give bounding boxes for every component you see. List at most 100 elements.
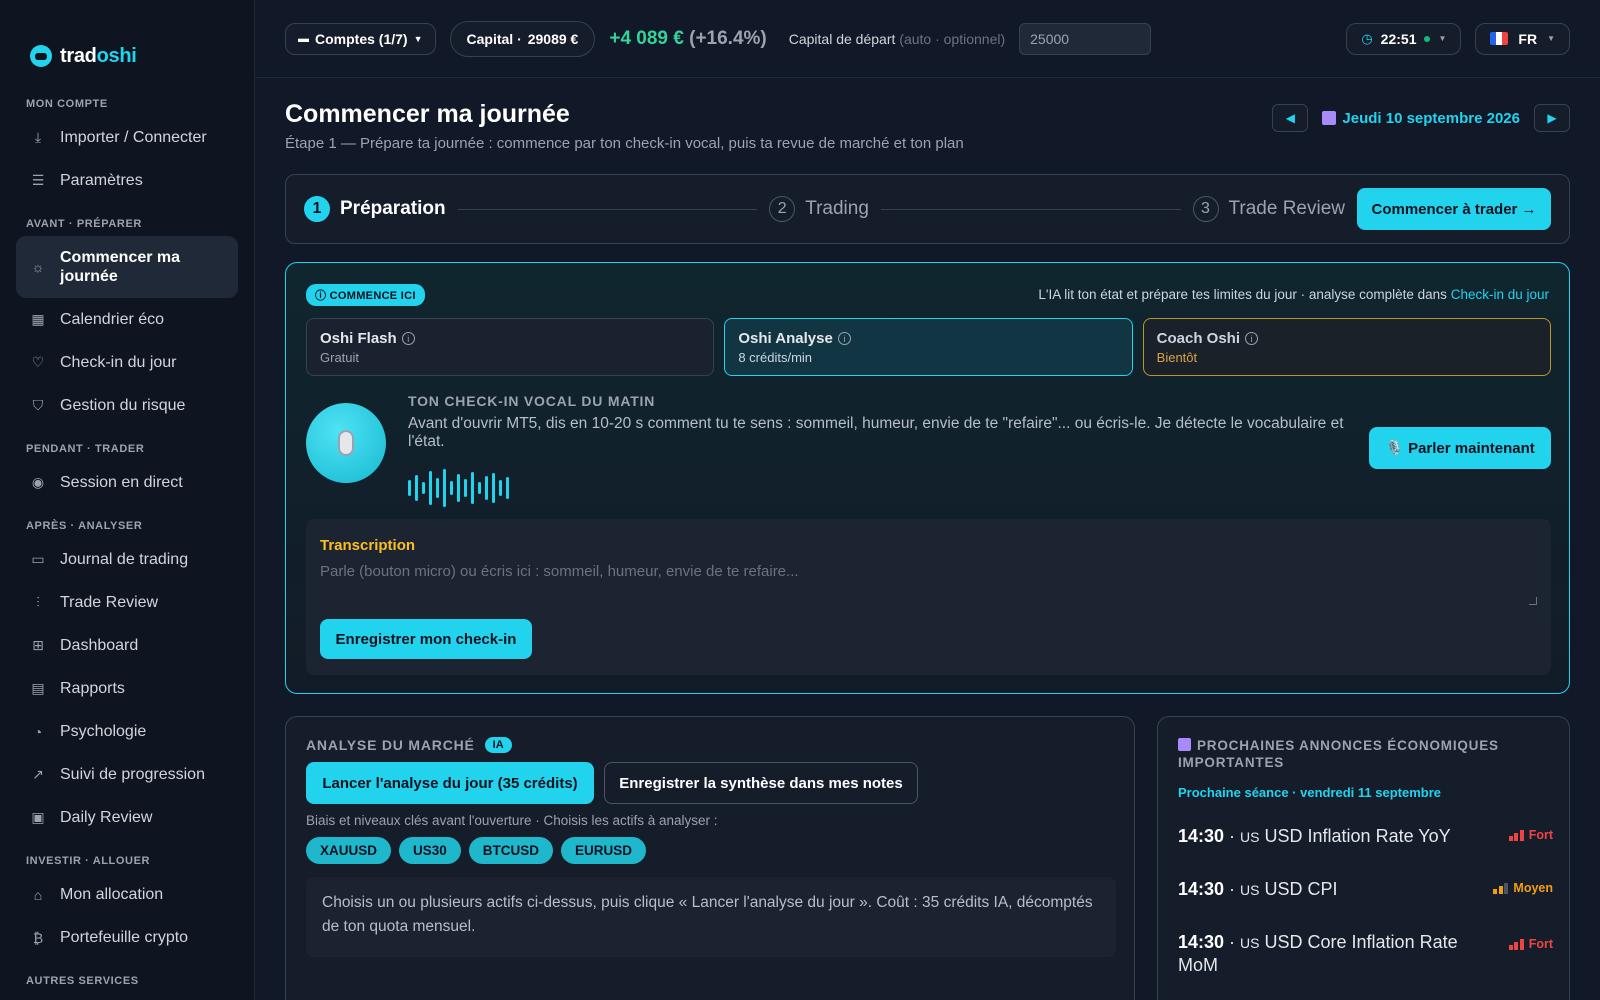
asset-chip-eurusd[interactable]: EURUSD	[561, 837, 647, 864]
sidebar: tradoshi MON COMPTE ⤓ Importer / Connect…	[0, 0, 255, 1000]
sidebar-item-label: Gestion du risque	[60, 396, 186, 414]
sidebar-item-label: Suivi de progression	[60, 765, 205, 783]
language-value: FR	[1518, 30, 1538, 47]
logo[interactable]: tradoshi	[0, 0, 254, 80]
sidebar-item-reports[interactable]: ▤ Rapports	[0, 667, 238, 710]
market-subtitle: Biais et niveaux clés avant l'ouverture …	[306, 813, 718, 828]
clock-icon: ◷	[1361, 30, 1373, 46]
accounts-label: Comptes (1/7)	[315, 30, 408, 47]
sidebar-item-calendar[interactable]: ▦ Calendrier éco	[0, 298, 238, 341]
step-number: 2	[769, 196, 796, 222]
voice-title: TON CHECK-IN VOCAL DU MATIN	[408, 393, 656, 409]
main-content: ▬ Comptes (1/7) ▼ Capital · 29089 € +4 0…	[255, 0, 1600, 1000]
mode-oshi-flash[interactable]: Oshi Flash i Gratuit	[306, 318, 715, 376]
sidebar-item-label: Dashboard	[60, 636, 139, 654]
step-label: Préparation	[340, 198, 446, 219]
microphone-button[interactable]	[306, 403, 386, 483]
signal-bars-icon	[1508, 938, 1524, 950]
sidebar-item-daily-review[interactable]: ▣ Daily Review	[0, 796, 238, 839]
sidebar-item-risk[interactable]: ⛉ Gestion du risque	[0, 384, 238, 427]
market-title: ANALYSE DU MARCHÉ IA	[306, 737, 512, 753]
asset-chip-btcusd[interactable]: BTCUSD	[468, 837, 554, 864]
start-capital-label: Capital de départ (auto · optionnel)	[788, 30, 1006, 47]
transcript-box: Transcription Parle (bouton micro) ou éc…	[306, 519, 1551, 675]
impact-badge: Moyen	[1493, 881, 1553, 895]
brand-name-part1: trad	[60, 44, 97, 67]
calendar-icon: ▦	[31, 311, 45, 327]
gain-percent: (+16.4%)	[689, 27, 767, 49]
brand-name-part2: oshi	[96, 44, 137, 67]
sidebar-item-label: Daily Review	[60, 808, 153, 826]
mode-coach-oshi[interactable]: Coach Oshi i Bientôt	[1142, 318, 1551, 376]
asset-chip-xauusd[interactable]: XAUUSD	[306, 837, 392, 864]
sidebar-item-progress[interactable]: ↗ Suivi de progression	[0, 753, 238, 796]
start-capital-input[interactable]	[1019, 22, 1152, 55]
owl-logo-icon	[30, 45, 52, 67]
step-connector	[880, 208, 1181, 210]
section-label-other: AUTRES SERVICES	[26, 975, 139, 987]
speak-now-button[interactable]: 🎙️ Parler maintenant	[1369, 427, 1551, 469]
sidebar-item-label: Rapports	[60, 679, 125, 697]
sidebar-item-allocation[interactable]: ⌂ Mon allocation	[0, 873, 238, 916]
mode-oshi-analyse[interactable]: Oshi Analyse i 8 crédits/min	[724, 318, 1133, 376]
bitcoin-icon: ₿	[32, 929, 44, 946]
sidebar-item-journal[interactable]: ▭ Journal de trading	[0, 538, 238, 581]
sidebar-item-dashboard[interactable]: ⊞ Dashboard	[0, 624, 238, 667]
sidebar-item-label: Calendrier éco	[60, 310, 165, 328]
launch-analysis-button[interactable]: Lancer l'analyse du jour (35 crédits)	[306, 762, 594, 804]
step-preparation[interactable]: 1 Préparation	[304, 196, 446, 222]
asset-selector: XAUUSD US30 BTCUSD EURUSD	[306, 837, 647, 864]
asset-chip-us30[interactable]: US30	[399, 837, 461, 864]
time-dropdown[interactable]: ◷ 22:51 ▼	[1346, 22, 1462, 55]
eco-title: PROCHAINES ANNONCES ÉCONOMIQUES IMPORTAN…	[1178, 738, 1499, 770]
language-dropdown[interactable]: FR ▼	[1475, 22, 1570, 55]
caret-right-icon: ▶	[1547, 111, 1557, 125]
checkin-link[interactable]: Check-in du jour	[1451, 287, 1549, 302]
step-trading[interactable]: 2 Trading	[769, 196, 869, 222]
sidebar-item-label: Check-in du jour	[60, 353, 177, 371]
section-label-after: APRÈS · ANALYSER	[26, 520, 143, 532]
sidebar-item-live[interactable]: ◉ Session en direct	[0, 461, 238, 504]
sidebar-item-label: Psychologie	[60, 722, 147, 740]
info-icon[interactable]: i	[401, 332, 415, 345]
voice-checkin: TON CHECK-IN VOCAL DU MATIN Avant d'ouvr…	[306, 391, 1551, 507]
save-checkin-button[interactable]: Enregistrer mon check-in	[320, 619, 532, 659]
section-label-account: MON COMPTE	[26, 98, 108, 110]
economic-events-panel: PROCHAINES ANNONCES ÉCONOMIQUES IMPORTAN…	[1157, 716, 1570, 1000]
sidebar-item-checkin[interactable]: ♡ Check-in du jour	[0, 341, 238, 384]
step-label: Trading	[805, 198, 869, 219]
sidebar-item-trade-review[interactable]: ⫶ Trade Review	[0, 581, 238, 624]
sidebar-item-start-day[interactable]: ☼ Commencer ma journée	[16, 236, 238, 298]
top-bar: ▬ Comptes (1/7) ▼ Capital · 29089 € +4 0…	[255, 0, 1600, 78]
info-icon[interactable]: i	[837, 332, 851, 345]
time-value: 22:51	[1380, 30, 1417, 47]
section-label-invest: INVESTIR · ALLOUER	[26, 855, 151, 867]
sidebar-item-psychology[interactable]: ◔ Psychologie	[0, 710, 238, 753]
sidebar-item-label: Journal de trading	[60, 550, 189, 568]
accounts-dropdown[interactable]: ▬ Comptes (1/7) ▼	[285, 22, 436, 55]
heart-icon: ♡	[31, 354, 45, 370]
transcript-input[interactable]: Parle (bouton micro) ou écris ici : somm…	[320, 563, 799, 580]
previous-day-button[interactable]: ◀	[1272, 104, 1309, 132]
step-trade-review[interactable]: 3 Trade Review	[1192, 196, 1345, 222]
section-label-before: AVANT · PRÉPARER	[26, 218, 142, 230]
save-synthesis-button[interactable]: Enregistrer la synthèse dans mes notes	[604, 762, 918, 804]
caret-left-icon: ◀	[1285, 111, 1295, 125]
sidebar-item-label: Importer / Connecter	[60, 128, 207, 146]
step-connector	[457, 208, 758, 210]
info-icon[interactable]: i	[1245, 332, 1259, 345]
impact-badge: Fort	[1508, 937, 1553, 951]
capital-value: 29089 €	[527, 30, 579, 47]
ai-mode-selector: Oshi Flash i Gratuit Oshi Analyse i 8 créd…	[306, 318, 1551, 376]
next-day-button[interactable]: ▶	[1534, 104, 1570, 132]
folder-icon: ▬	[298, 32, 309, 45]
gain-value: +4 089 €	[609, 27, 684, 49]
sidebar-item-import[interactable]: ⤓ Importer / Connecter	[0, 116, 238, 159]
grid-icon: ⊞	[32, 637, 44, 653]
broadcast-icon: ◉	[31, 474, 45, 490]
start-trading-button[interactable]: Commencer à trader →	[1357, 188, 1552, 230]
sidebar-item-settings[interactable]: ☰ Paramètres	[0, 159, 238, 202]
resize-handle-icon[interactable]	[1529, 597, 1537, 605]
sidebar-item-crypto[interactable]: ₿ Portefeuille crypto	[0, 916, 238, 959]
sidebar-item-label: Commencer ma journée	[60, 249, 181, 285]
